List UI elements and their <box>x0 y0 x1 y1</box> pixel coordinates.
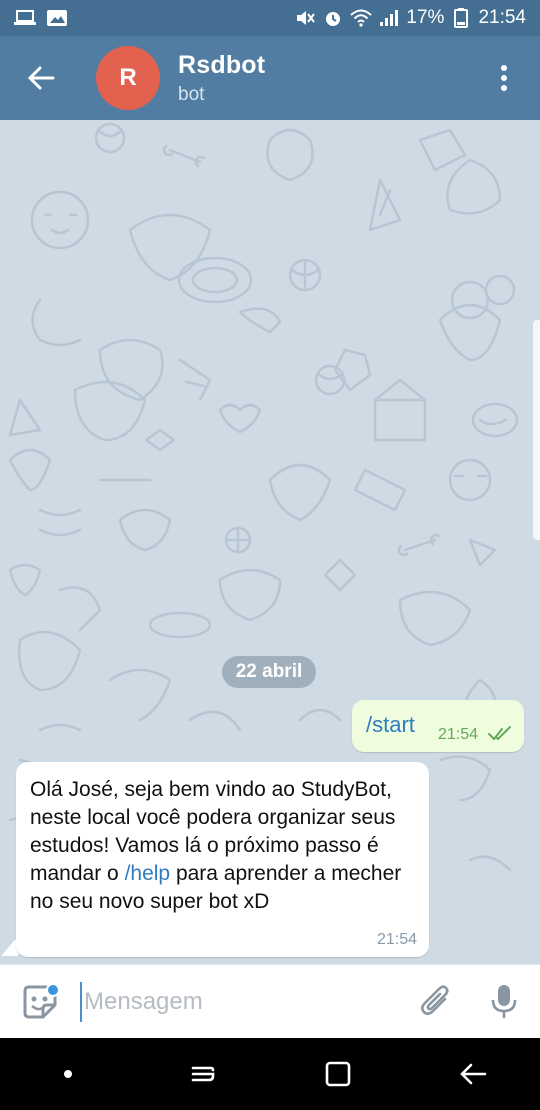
message-composer <box>0 964 540 1038</box>
home-icon <box>325 1061 350 1087</box>
date-label: 22 abril <box>235 661 303 682</box>
dot-icon <box>63 1070 72 1078</box>
outgoing-message[interactable]: /start 21:54 <box>352 700 524 752</box>
paperclip-icon <box>421 984 449 1015</box>
battery-icon <box>450 7 472 29</box>
scroll-handle[interactable] <box>533 320 540 540</box>
back-nav-icon <box>459 1063 486 1085</box>
message-time: 21:54 <box>438 726 479 743</box>
double-check-icon <box>488 726 511 741</box>
attach-button[interactable] <box>404 965 468 1039</box>
chat-area[interactable]: 22 abril /start 21:54 Olá José, seja bem… <box>0 120 540 964</box>
avatar[interactable]: R <box>96 46 160 110</box>
notification-dot <box>46 982 60 997</box>
back-button[interactable] <box>0 36 82 120</box>
laptop-icon <box>14 7 36 29</box>
message-text: Olá José, seja bem vindo ao StudyBot, ne… <box>30 776 420 916</box>
recents-button[interactable] <box>163 1038 243 1110</box>
chat-subtitle: bot <box>178 83 205 105</box>
battery-percent: 17% <box>406 7 445 28</box>
more-options-button[interactable] <box>468 36 540 120</box>
signal-icon <box>378 7 400 29</box>
more-vertical-icon <box>501 65 507 91</box>
nav-dot-button[interactable] <box>28 1038 108 1110</box>
microphone-icon <box>491 984 517 1018</box>
status-time: 21:54 <box>478 7 526 28</box>
gallery-icon <box>46 7 68 29</box>
message-input[interactable] <box>80 981 400 1022</box>
wifi-icon <box>350 7 373 29</box>
sticker-button[interactable] <box>0 965 80 1039</box>
microphone-button[interactable] <box>468 965 540 1039</box>
bot-command-link[interactable]: /help <box>125 862 171 885</box>
alarm-icon <box>322 7 344 29</box>
home-button[interactable] <box>298 1038 378 1110</box>
recents-icon <box>191 1066 214 1082</box>
avatar-initial: R <box>119 64 137 91</box>
message-text: /start <box>366 712 415 737</box>
message-time: 21:54 <box>376 931 417 948</box>
arrow-left-icon <box>27 66 55 90</box>
date-separator: 22 abril <box>222 656 316 688</box>
incoming-message[interactable]: Olá José, seja bem vindo ao StudyBot, ne… <box>16 762 429 957</box>
back-nav-button[interactable] <box>433 1038 513 1110</box>
chat-title-block[interactable]: Rsdbot bot <box>178 51 265 106</box>
mute-icon <box>294 7 316 29</box>
chat-title: Rsdbot <box>178 50 266 79</box>
chat-header: R Rsdbot bot <box>0 36 540 120</box>
status-bar: 17% 21:54 <box>0 0 540 36</box>
system-navigation-bar <box>0 1038 540 1110</box>
